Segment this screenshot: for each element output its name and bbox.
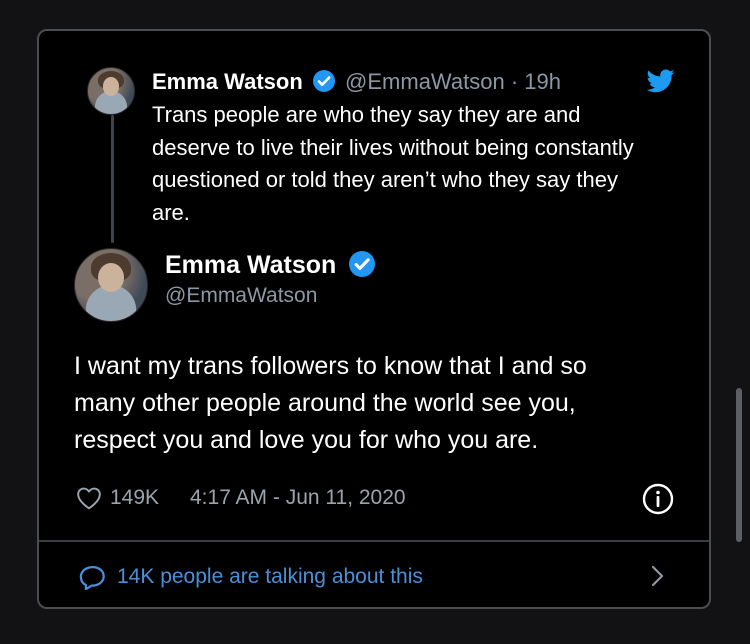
tweet-timestamp[interactable]: 4:17 AM - Jun 11, 2020 [190,483,406,513]
conversation-link[interactable]: 14K people are talking about this [79,559,709,595]
comment-icon [79,564,107,591]
thread-connector-line [111,115,114,243]
quoted-tweet-handle[interactable]: @EmmaWatson [345,69,505,94]
main-tweet-handle[interactable]: @EmmaWatson [165,282,375,310]
verified-badge-icon [312,70,335,93]
tweet-embed-card[interactable]: Emma Watson @EmmaWatson · 19h Trans peop… [37,29,711,609]
like-count: 149K [110,486,160,509]
footer-divider [39,540,709,542]
quoted-tweet-line: Trans people are who they say they are a… [152,102,581,127]
main-tweet-text: I want my trans followers to know that I… [74,348,694,459]
quoted-tweet-line: are. [152,199,190,225]
quoted-tweet-author-name[interactable]: Emma Watson [152,69,303,94]
quoted-tweet-line: questioned or told they aren’t who they … [152,167,618,192]
main-tweet-author-name[interactable]: Emma Watson [165,251,336,279]
quoted-tweet-time[interactable]: · 19h [511,69,561,94]
info-icon[interactable] [642,483,674,515]
quoted-tweet-header: Emma Watson @EmmaWatson · 19h [152,68,561,96]
quoted-tweet-avatar[interactable] [87,67,135,115]
like-button[interactable]: 149K [76,483,159,513]
main-tweet-avatar[interactable] [74,248,148,322]
conversation-label: 14K people are talking about this [117,565,423,588]
quoted-tweet-text: Trans people are who they say they are a… [152,99,700,229]
chevron-right-icon[interactable] [647,562,667,590]
verified-badge-icon [349,250,376,277]
main-tweet-author: Emma Watson @EmmaWatson [165,249,376,310]
main-tweet-line: I want my trans followers to know that I… [74,352,587,380]
main-tweet-line: respect you and love you for who you are… [74,426,539,454]
twitter-bird-icon[interactable] [646,69,675,93]
quoted-tweet-line: deserve to live their lives without bein… [152,134,634,160]
page-scrollbar-thumb[interactable] [736,388,742,542]
main-tweet-line: many other people around the world see y… [74,389,576,417]
heart-icon [76,486,102,510]
